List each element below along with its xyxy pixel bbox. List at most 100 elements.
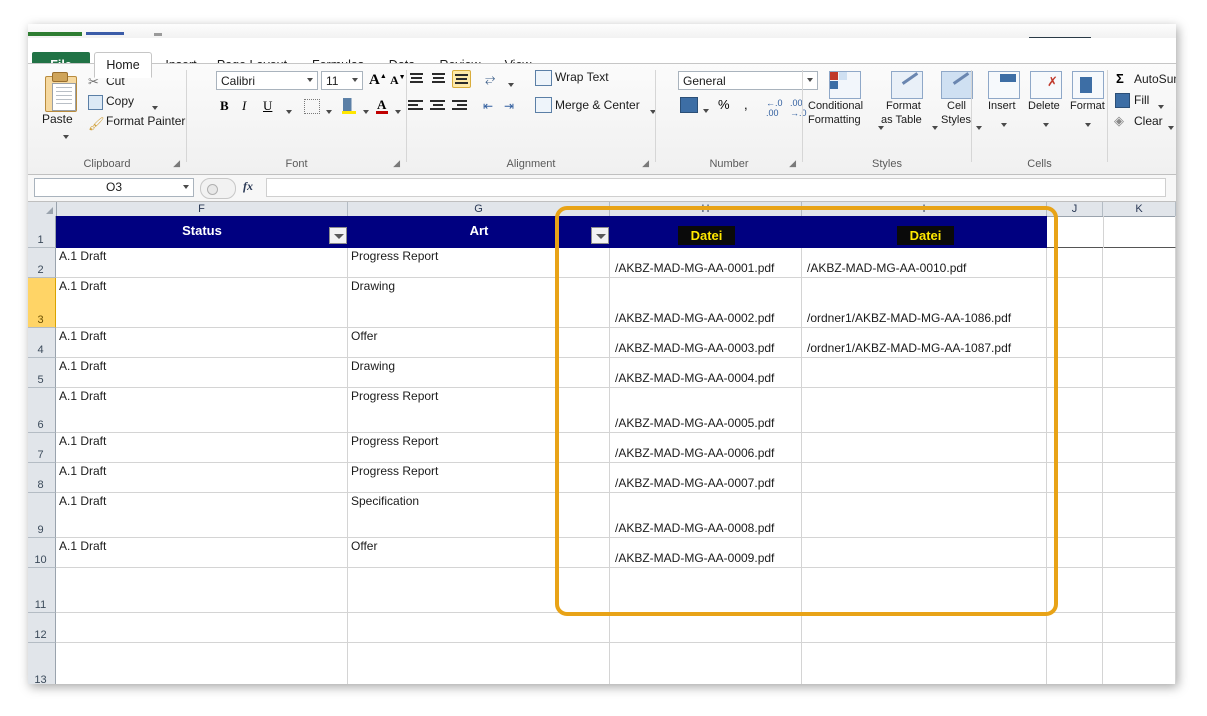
cell-K9[interactable] (1103, 493, 1176, 538)
row-header-2[interactable]: 2 (28, 248, 56, 278)
insert-button-label[interactable]: Insert (988, 100, 1016, 112)
cell-I12[interactable] (802, 613, 1047, 643)
cell-I10[interactable] (802, 538, 1047, 568)
format-cells-icon[interactable] (1072, 71, 1102, 97)
paste-button-label[interactable]: Paste (42, 112, 73, 126)
underline-caret-icon[interactable] (283, 103, 292, 121)
delete-button-label[interactable]: Delete (1028, 100, 1060, 112)
format-caret-icon[interactable] (1082, 116, 1091, 134)
align-top-icon[interactable] (408, 71, 425, 87)
cell-F1-status-header[interactable]: Status (56, 216, 348, 248)
column-header-F[interactable]: F (56, 202, 348, 216)
cell-H9[interactable]: /AKBZ-MAD-MG-AA-0008.pdf (610, 493, 802, 538)
merge-center-icon[interactable] (535, 97, 552, 113)
cell-G7[interactable]: Progress Report (348, 433, 610, 463)
insert-caret-icon[interactable] (998, 116, 1007, 134)
italic-button[interactable]: I (242, 98, 246, 114)
spreadsheet-grid[interactable]: F G H I J K 1 2 3 4 5 6 7 8 9 10 11 12 1… (28, 202, 1176, 684)
clear-button-label[interactable]: Clear (1134, 114, 1163, 128)
cell-H4[interactable]: /AKBZ-MAD-MG-AA-0003.pdf (610, 328, 802, 358)
format-as-table-icon[interactable] (891, 71, 921, 97)
wrap-text-icon[interactable] (535, 70, 552, 86)
cell-J7[interactable] (1047, 433, 1103, 463)
row-header-4[interactable]: 4 (28, 328, 56, 358)
cell-H12[interactable] (610, 613, 802, 643)
copy-button-label[interactable]: Copy (106, 94, 134, 108)
cell-G10[interactable]: Offer (348, 538, 610, 568)
cell-I6[interactable] (802, 388, 1047, 433)
select-all-corner[interactable] (28, 202, 57, 216)
cell-G1-art-header[interactable]: Art (348, 216, 610, 248)
row-header-10[interactable]: 10 (28, 538, 56, 568)
font-name-caret-icon[interactable] (307, 78, 313, 82)
formula-input[interactable] (266, 178, 1166, 197)
orientation-icon[interactable]: ⥂ (485, 71, 495, 87)
cell-J13[interactable] (1047, 643, 1103, 684)
cell-H13[interactable] (610, 643, 802, 684)
cell-styles-label-2[interactable]: Styles (941, 114, 971, 126)
insert-function-icon[interactable]: fx (243, 179, 253, 194)
font-color-swatch[interactable] (376, 111, 388, 114)
wrap-text-button-label[interactable]: Wrap Text (555, 70, 609, 84)
cell-K8[interactable] (1103, 463, 1176, 493)
cell-J8[interactable] (1047, 463, 1103, 493)
align-right-icon[interactable] (452, 98, 469, 114)
cell-F9[interactable]: A.1 Draft (56, 493, 348, 538)
cell-K7[interactable] (1103, 433, 1176, 463)
filter-button-status[interactable] (329, 227, 347, 244)
column-header-J[interactable]: J (1047, 202, 1103, 216)
currency-icon[interactable] (680, 97, 698, 113)
font-size-input[interactable]: 11 (321, 71, 363, 90)
grow-font-icon[interactable]: A▲ (369, 71, 387, 89)
column-header-I[interactable]: I (802, 202, 1047, 216)
name-box-caret-icon[interactable] (183, 185, 189, 189)
column-header-K[interactable]: K (1103, 202, 1176, 216)
font-color-caret-icon[interactable] (392, 103, 401, 121)
cell-K11[interactable] (1103, 568, 1176, 613)
number-dialog-launcher-icon[interactable]: ◢ (789, 158, 796, 169)
quick-access-dropdown-fragment[interactable] (154, 33, 162, 36)
cell-G11[interactable] (348, 568, 610, 613)
cell-G3[interactable]: Drawing (348, 278, 610, 328)
cell-F8[interactable]: A.1 Draft (56, 463, 348, 493)
cell-J3[interactable] (1047, 278, 1103, 328)
cell-J11[interactable] (1047, 568, 1103, 613)
align-bottom-icon[interactable] (452, 70, 471, 88)
cell-I9[interactable] (802, 493, 1047, 538)
cell-H5[interactable]: /AKBZ-MAD-MG-AA-0004.pdf (610, 358, 802, 388)
cell-H10[interactable]: /AKBZ-MAD-MG-AA-0009.pdf (610, 538, 802, 568)
cell-G4[interactable]: Offer (348, 328, 610, 358)
conditional-formatting-label-1[interactable]: Conditional (808, 100, 863, 112)
cell-I2[interactable]: /AKBZ-MAD-MG-AA-0010.pdf (802, 248, 1047, 278)
cell-H2[interactable]: /AKBZ-MAD-MG-AA-0001.pdf (610, 248, 802, 278)
cell-H3[interactable]: /AKBZ-MAD-MG-AA-0002.pdf (610, 278, 802, 328)
cell-F5[interactable]: A.1 Draft (56, 358, 348, 388)
cell-F10[interactable]: A.1 Draft (56, 538, 348, 568)
row-header-6[interactable]: 6 (28, 388, 56, 433)
row-header-11[interactable]: 11 (28, 568, 56, 613)
quick-access-toolbar-fragment[interactable] (28, 32, 82, 36)
row-header-7[interactable]: 7 (28, 433, 56, 463)
cell-I13[interactable] (802, 643, 1047, 684)
format-as-table-label-2[interactable]: as Table (881, 114, 922, 126)
align-middle-icon[interactable] (430, 71, 447, 87)
merge-center-button-label[interactable]: Merge & Center (555, 98, 640, 112)
cell-J2[interactable] (1047, 248, 1103, 278)
cell-G6[interactable]: Progress Report (348, 388, 610, 433)
row-header-5[interactable]: 5 (28, 358, 56, 388)
cell-J4[interactable] (1047, 328, 1103, 358)
cell-K4[interactable] (1103, 328, 1176, 358)
increase-decimal-icon[interactable]: ←.0.00 (766, 98, 783, 118)
cell-G12[interactable] (348, 613, 610, 643)
header-row-empty-JK[interactable] (1047, 216, 1176, 248)
font-dialog-launcher-icon[interactable]: ◢ (393, 158, 400, 169)
conditional-formatting-label-2[interactable]: Formatting (808, 114, 861, 126)
underline-button[interactable]: U (263, 98, 272, 114)
row-header-8[interactable]: 8 (28, 463, 56, 493)
percent-style-button[interactable]: % (718, 97, 730, 112)
row-header-3[interactable]: 3 (28, 278, 56, 328)
fill-button-label[interactable]: Fill (1134, 93, 1149, 107)
alignment-dialog-launcher-icon[interactable]: ◢ (642, 158, 649, 169)
name-box[interactable]: O3 (34, 178, 194, 197)
currency-caret-icon[interactable] (700, 102, 709, 120)
